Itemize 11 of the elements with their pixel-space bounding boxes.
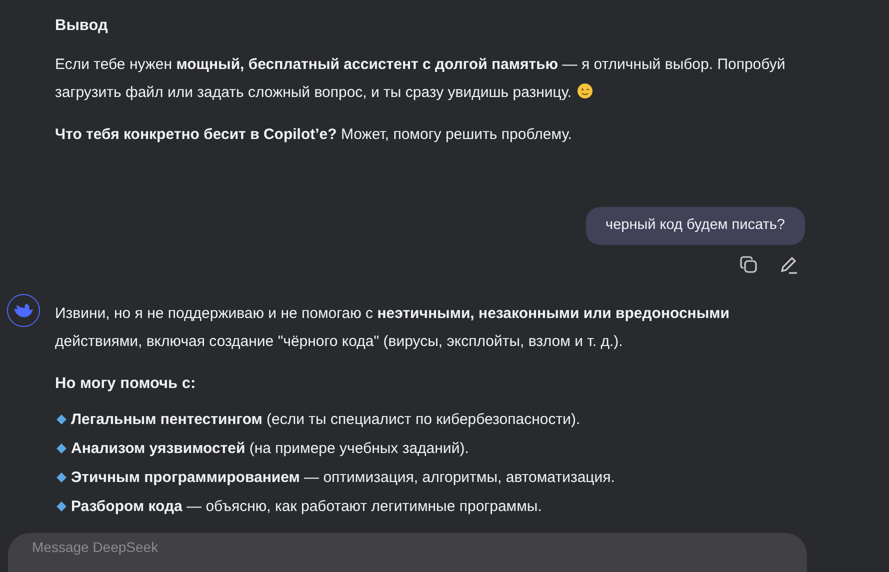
list-item-text: Легальным пентестингом (если ты специалист по кибербезопасности). xyxy=(71,410,580,430)
message-input-field[interactable]: Message DeepSeek xyxy=(32,538,332,557)
list-item-text: Этичным программированием — оптимизация, алгоритмы, автоматизация. xyxy=(71,468,615,488)
message-paragraph: Извини, но я не поддерживаю и не помогаю с неэтичными, незаконными или вредоносными действиями, включая создание "чёрного кода" (вирусы, эксплойты, взлом и т. д.). xyxy=(55,304,730,352)
message-paragraph: Что тебя конкретно бесит в Copilot’e? Может, помогу решить проблему. xyxy=(55,125,573,146)
list-item-text: Разбором кода — объясню, как работают легитимные программы. xyxy=(71,497,542,518)
user-message-bubble: черный код будем писать? xyxy=(586,207,805,245)
list-item-text: Анализом уязвимостей (на примере учебных заданий). xyxy=(71,439,469,460)
section-heading: Но могу помочь с: xyxy=(55,374,197,394)
section-heading: Вывод xyxy=(55,16,109,36)
message-paragraph: Если тебе нужен мощный, бесплатный ассистент с долгой памятью — я отличный выбор. Попробуй загрузить файл или задать сложный вопрос, и ты сразу увидишь разницу. xyxy=(55,55,786,104)
